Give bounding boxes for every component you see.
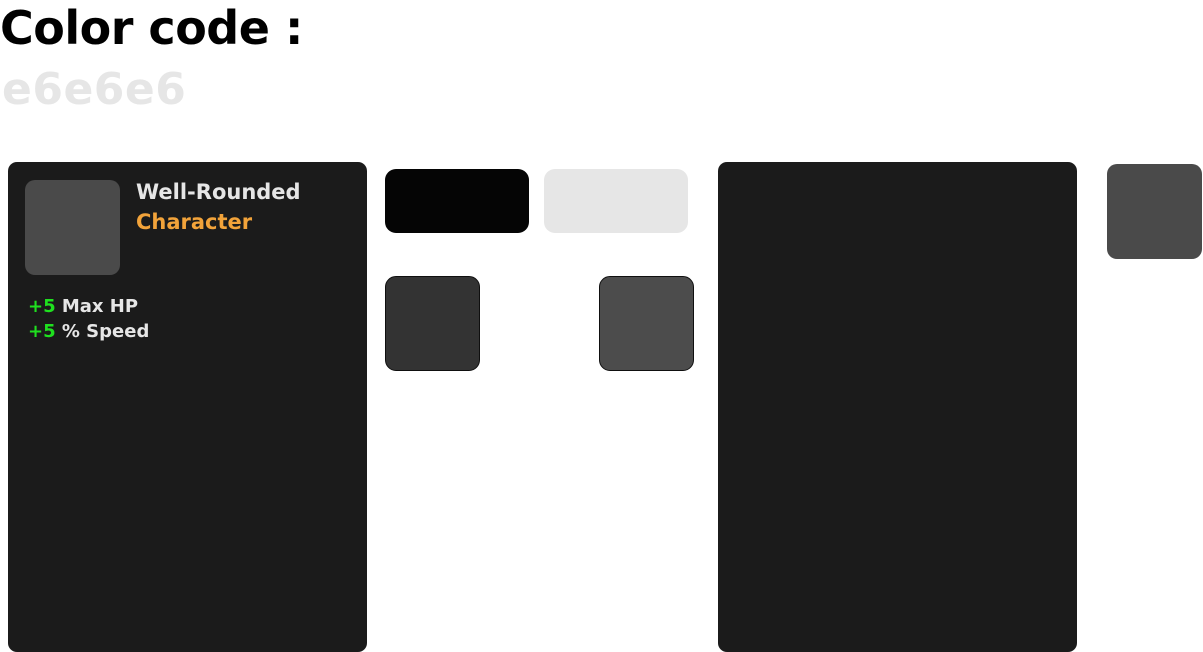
stat-line-max-hp: +5 Max HP <box>28 294 149 319</box>
stat-label: Max HP <box>55 296 139 317</box>
item-subtitle: Character <box>136 210 253 234</box>
page-title: Color code : <box>0 1 303 55</box>
item-card: Well-Rounded Character +5 Max HP +5 % Sp… <box>8 162 367 652</box>
stat-value: +5 <box>28 321 56 342</box>
icon-placeholder-swatch <box>1107 164 1202 259</box>
color-swatch-light-gray <box>544 169 688 233</box>
color-swatch-mid-gray <box>599 276 694 371</box>
stat-label: % Speed <box>55 321 150 342</box>
item-icon-placeholder <box>25 180 120 275</box>
color-code-value: e6e6e6 <box>2 64 187 115</box>
empty-card <box>718 162 1077 652</box>
item-title: Well-Rounded <box>136 180 301 204</box>
stat-line-speed: +5 % Speed <box>28 319 149 344</box>
color-swatch-dark-gray <box>385 276 480 371</box>
stat-list: +5 Max HP +5 % Speed <box>28 294 149 344</box>
color-swatch-black <box>385 169 529 233</box>
stat-value: +5 <box>28 296 56 317</box>
